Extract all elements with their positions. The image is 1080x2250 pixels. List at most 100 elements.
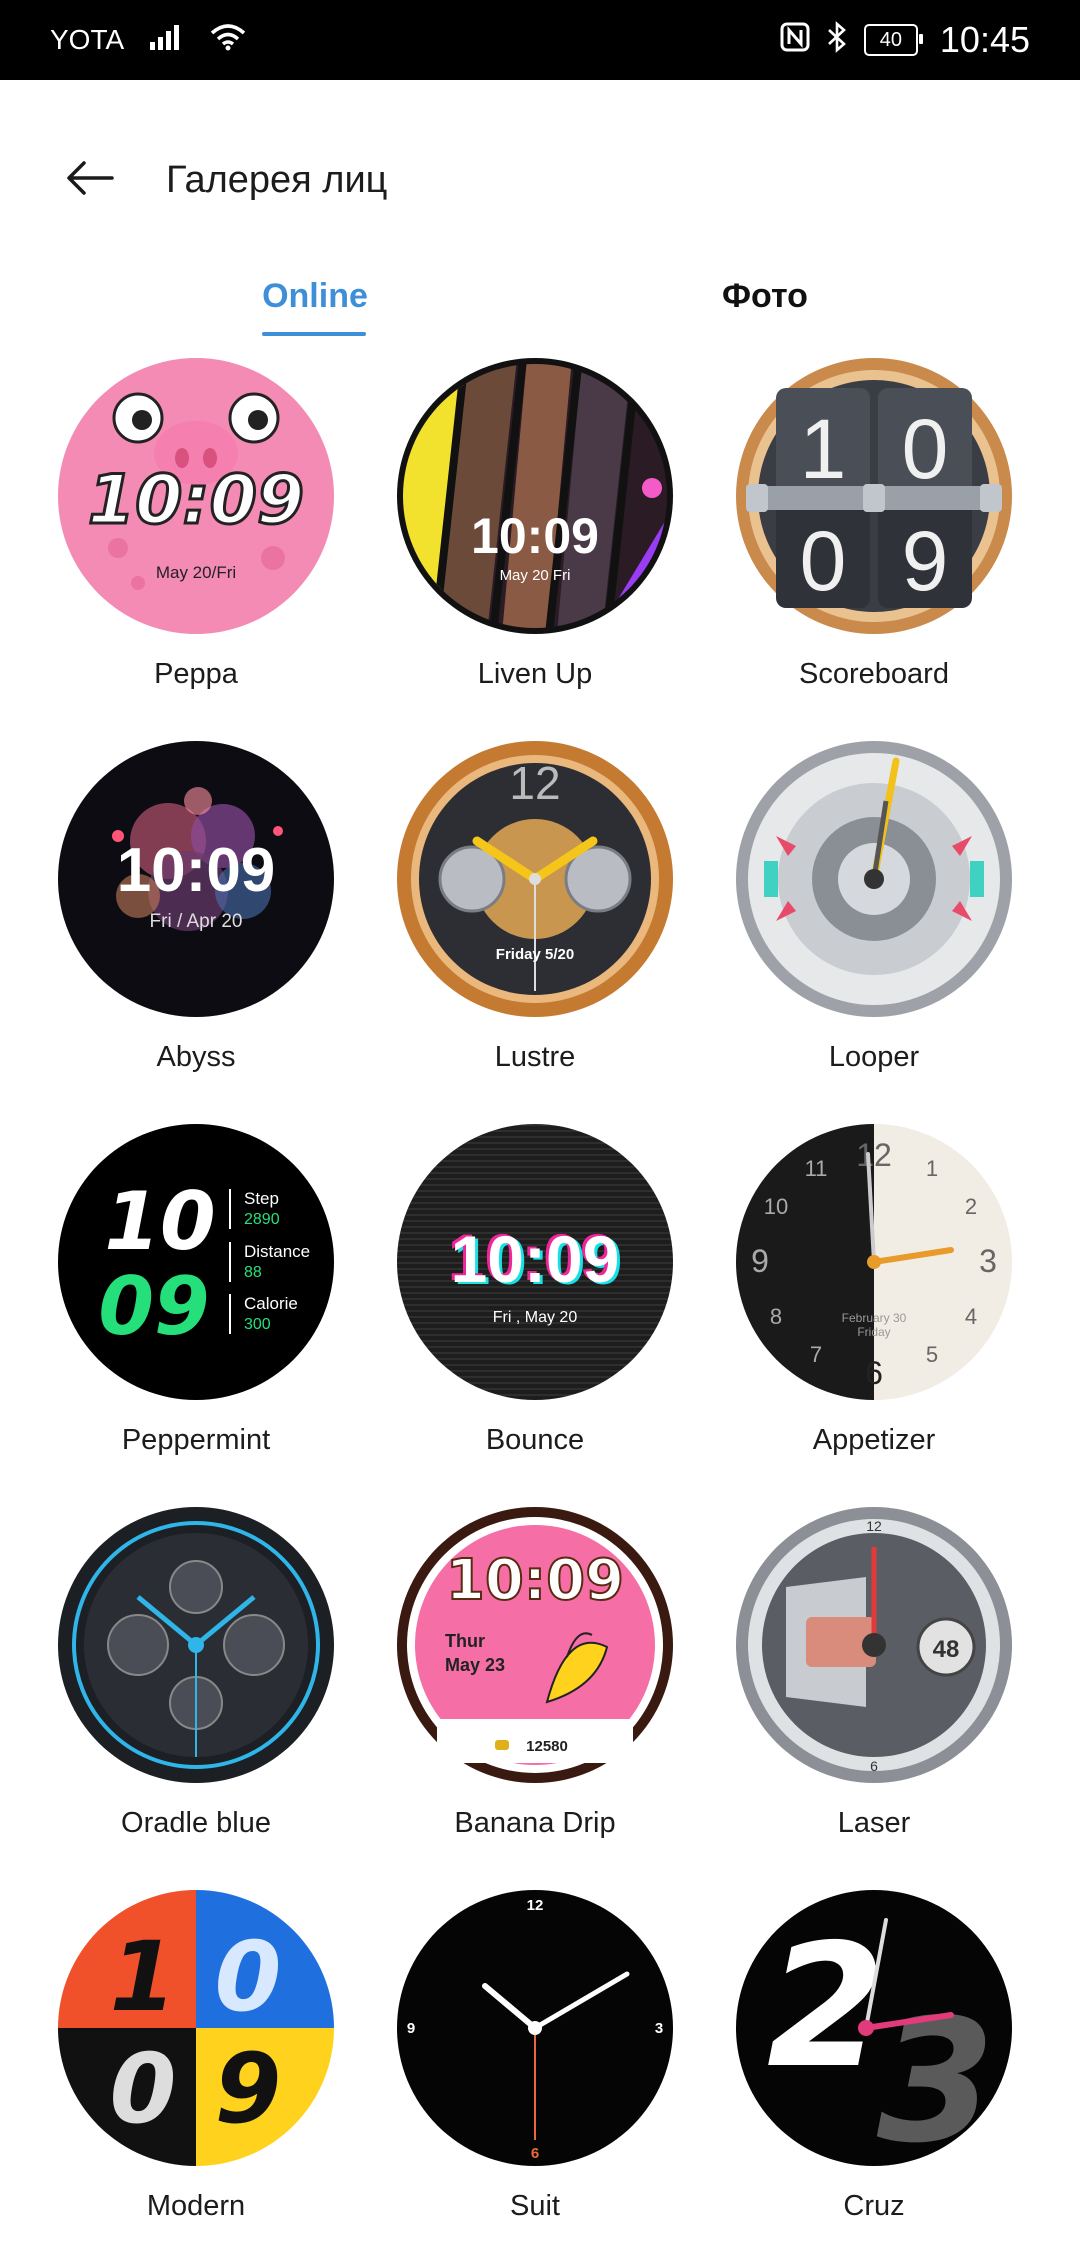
face-digit: 9 <box>215 2033 282 2145</box>
face-stat-label: Calorie <box>244 1294 298 1313</box>
face-numeral: 7 <box>810 1342 822 1367</box>
signal-icon <box>150 24 184 57</box>
face-numeral: 2 <box>965 1194 977 1219</box>
face-digit: 1 <box>800 402 847 496</box>
face-numeral: 6 <box>531 2145 539 2162</box>
face-stat-label: Step <box>244 1189 279 1208</box>
tab-photo[interactable]: Фото <box>680 262 850 342</box>
face-card-appetizer[interactable]: 12 1 2 3 4 5 6 7 8 9 10 11 February 30 F… <box>728 1124 1028 1484</box>
face-thumbnail: 12 1 2 3 4 5 6 7 8 9 10 11 February 30 F… <box>736 1124 1012 1400</box>
face-numeral: 9 <box>751 1243 769 1279</box>
face-digit: 0 <box>902 402 949 496</box>
face-date: May 20 Fri <box>500 567 571 584</box>
face-thumbnail: 12 3 6 9 <box>397 1890 673 2166</box>
face-digit: 2 <box>767 1908 885 2106</box>
app-bar: Галерея лиц <box>0 140 1080 220</box>
face-name: Lustre <box>494 1041 576 1073</box>
battery-level: 40 <box>879 28 903 51</box>
face-thumbnail: 10:09 10:09 10:09 Fri , May 20 <box>397 1124 673 1400</box>
face-numeral: 10 <box>764 1194 788 1219</box>
face-card-liven-up[interactable]: 10:09 May 20 Fri Liven Up <box>389 358 689 718</box>
face-name: Banana Drip <box>454 1807 616 1839</box>
face-numeral: 5 <box>926 1342 938 1367</box>
status-bar: YOTA 40 10:45 <box>0 0 1080 80</box>
bluetooth-icon <box>826 20 848 60</box>
face-card-modern[interactable]: 1 0 0 9 Modern <box>50 1890 350 2250</box>
back-arrow-icon <box>66 160 114 201</box>
face-numeral: 3 <box>979 1243 997 1279</box>
face-time: 10:09 <box>88 461 304 540</box>
face-card-banana-drip[interactable]: 10:09 Thur May 23 12580 Banana Drip <box>389 1507 689 1867</box>
back-button[interactable] <box>50 140 130 220</box>
face-date: February 30 <box>842 1311 907 1325</box>
carrier-label: YOTA <box>50 24 125 55</box>
tab-bar: Online Фото <box>0 262 1080 342</box>
face-card-oradle-blue[interactable]: Oradle blue <box>50 1507 350 1867</box>
face-stat-value: 88 <box>244 1264 262 1281</box>
face-digit: 1 <box>110 1921 177 2033</box>
face-numeral: 12 <box>856 1137 892 1173</box>
face-thumbnail: 10:09 Fri / Apr 20 <box>58 741 334 1017</box>
face-name: Laser <box>837 1807 911 1839</box>
face-card-peppa[interactable]: 10:09 May 20/Fri Peppa <box>50 358 350 718</box>
face-name: Looper <box>828 1041 920 1073</box>
face-card-abyss[interactable]: 10:09 Fri / Apr 20 Abyss <box>50 741 350 1101</box>
face-thumbnail: 10:09 May 20/Fri <box>58 358 334 634</box>
face-name: Modern <box>146 2190 246 2222</box>
battery-icon: 40 <box>863 24 923 56</box>
face-name: Oradle blue <box>121 1807 271 1839</box>
nfc-icon <box>780 22 810 59</box>
face-date: May 23 <box>445 1655 505 1675</box>
face-numeral: 6 <box>870 1758 878 1774</box>
face-stat-value: 300 <box>244 1316 271 1333</box>
face-numeral: 12 <box>509 757 560 809</box>
face-card-suit[interactable]: 12 3 6 9 Suit <box>389 1890 689 2250</box>
face-name: Liven Up <box>477 658 593 690</box>
face-name: Peppa <box>154 658 238 690</box>
face-thumbnail: 48 12 6 <box>736 1507 1012 1783</box>
face-date: Friday 5/20 <box>496 946 574 963</box>
face-digit: 3 <box>877 1983 995 2166</box>
face-card-laser[interactable]: 48 12 6 Laser <box>728 1507 1028 1867</box>
face-day: Friday <box>857 1325 890 1339</box>
face-digit: 0 <box>215 1921 282 2033</box>
face-card-bounce[interactable]: 10:09 10:09 10:09 Fri , May 20 Bounce <box>389 1124 689 1484</box>
face-card-looper[interactable]: Looper <box>728 741 1028 1101</box>
face-name: Cruz <box>843 2190 905 2222</box>
clock-time: 10:45 <box>939 19 1030 60</box>
face-thumbnail: 1 0 0 9 <box>736 358 1012 634</box>
face-numeral: 11 <box>805 1156 828 1181</box>
page-title: Галерея лиц <box>166 158 388 201</box>
face-numeral: 9 <box>407 2020 415 2037</box>
face-thumbnail: 10 09 Step 2890 Distance 88 Calorie 300 <box>58 1124 334 1400</box>
face-numeral: 1 <box>926 1156 938 1181</box>
face-thumbnail: 10:09 May 20 Fri <box>397 358 673 634</box>
face-digit: 9 <box>902 514 949 608</box>
face-numeral: 12 <box>866 1518 882 1534</box>
tab-online[interactable]: Online <box>240 262 390 342</box>
face-date: May 20/Fri <box>156 563 236 582</box>
face-stat-label: Distance <box>244 1242 310 1261</box>
face-hour: 10 <box>104 1175 215 1268</box>
face-numeral: 8 <box>770 1304 782 1329</box>
face-numeral: 4 <box>965 1304 977 1329</box>
tab-active-indicator <box>262 332 366 336</box>
face-name: Suit <box>510 2190 560 2222</box>
face-steps: 12580 <box>526 1738 568 1755</box>
face-numeral: 48 <box>933 1636 960 1663</box>
face-name: Abyss <box>156 1041 236 1073</box>
face-numeral: 12 <box>527 1897 544 1914</box>
face-minute: 09 <box>98 1260 209 1353</box>
face-card-cruz[interactable]: 2 3 Cruz <box>728 1890 1028 2250</box>
face-thumbnail: 2 3 <box>736 1890 1012 2166</box>
face-card-lustre[interactable]: 12 Friday 5/20 Lustre <box>389 741 689 1101</box>
face-digit: 0 <box>800 514 847 608</box>
face-time: 10:09 <box>117 836 276 905</box>
face-card-peppermint[interactable]: 10 09 Step 2890 Distance 88 Calorie 300 … <box>50 1124 350 1484</box>
face-name: Peppermint <box>121 1424 271 1456</box>
face-time: 10:09 <box>446 1548 624 1613</box>
face-thumbnail: 12 Friday 5/20 <box>397 741 673 1017</box>
face-thumbnail <box>736 741 1012 1017</box>
face-card-scoreboard[interactable]: 1 0 0 9 Scoreboard <box>728 358 1028 718</box>
face-date: Fri / Apr 20 <box>150 911 243 932</box>
